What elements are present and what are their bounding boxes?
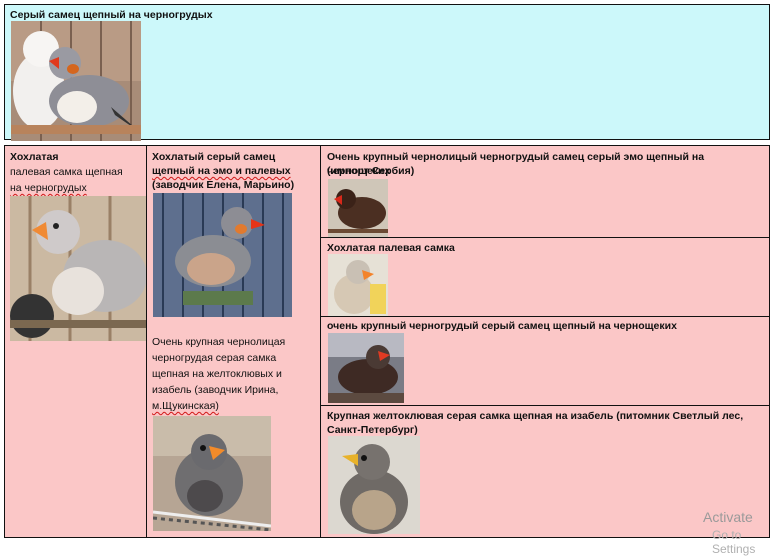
grey-crested-male-photo xyxy=(153,193,292,317)
black-breasted-male-photo xyxy=(328,333,404,403)
pale-crested-female-photo xyxy=(10,196,146,341)
col2-caption2-line2: черногрудая серая самка xyxy=(152,352,277,364)
col2-caption1-line3: (заводчик Елена, Марьино) xyxy=(152,179,295,191)
top-caption: Серый самец щепный на черногрудых xyxy=(10,9,213,21)
col3-row2-cell: Хохлатая палевая самка xyxy=(320,237,770,317)
col3-row3-caption: очень крупный черногрудый серый самец ще… xyxy=(327,320,677,332)
col3-row2-caption: Хохлатая палевая самка xyxy=(327,242,455,254)
col2-caption1-line1: Хохлатый серый самец xyxy=(152,151,276,163)
activation-watermark-sub: Go to Settings xyxy=(712,528,756,556)
dark-male-photo xyxy=(328,179,388,238)
col2-caption2-line4: изабель (заводчик Ирина, xyxy=(152,384,279,396)
col2-caption2-line5: м.Щукинская) xyxy=(152,400,219,412)
col1-caption-line2: палевая самка щепная xyxy=(10,166,123,178)
col2-cell: Хохлатый серый самец щепный на эмо и пал… xyxy=(146,145,321,538)
zebra-finch-pair-photo xyxy=(11,21,141,141)
pale-crested-photo xyxy=(328,254,388,316)
col2-caption2-line1: Очень крупная чернолицая xyxy=(152,336,286,348)
yellow-beak-female-photo xyxy=(328,436,420,534)
grey-female-photo xyxy=(153,416,271,531)
activation-watermark: Activate xyxy=(703,509,753,525)
col2-caption2-line3: щепная на желтоклювых и xyxy=(152,368,282,380)
col2-caption1-line2: щепный на эмо и палевых xyxy=(152,165,291,177)
top-cell: Серый самец щепный на черногрудых xyxy=(4,4,770,141)
col3-row4-caption-line1: Крупная желтоклювая серая самка щепная н… xyxy=(327,410,744,422)
col3-row4-caption-line2: Санкт-Петербург) xyxy=(327,424,418,436)
col1-cell: Хохлатая палевая самка щепная на черногр… xyxy=(4,145,147,538)
col3-row1-caption-line2: (импорт Сербия) xyxy=(327,165,415,177)
col1-caption-line3: на черногрудых xyxy=(10,182,87,194)
col1-caption-line1: Хохлатая xyxy=(10,151,59,163)
col3-row3-cell: очень крупный черногрудый серый самец ще… xyxy=(320,316,770,406)
